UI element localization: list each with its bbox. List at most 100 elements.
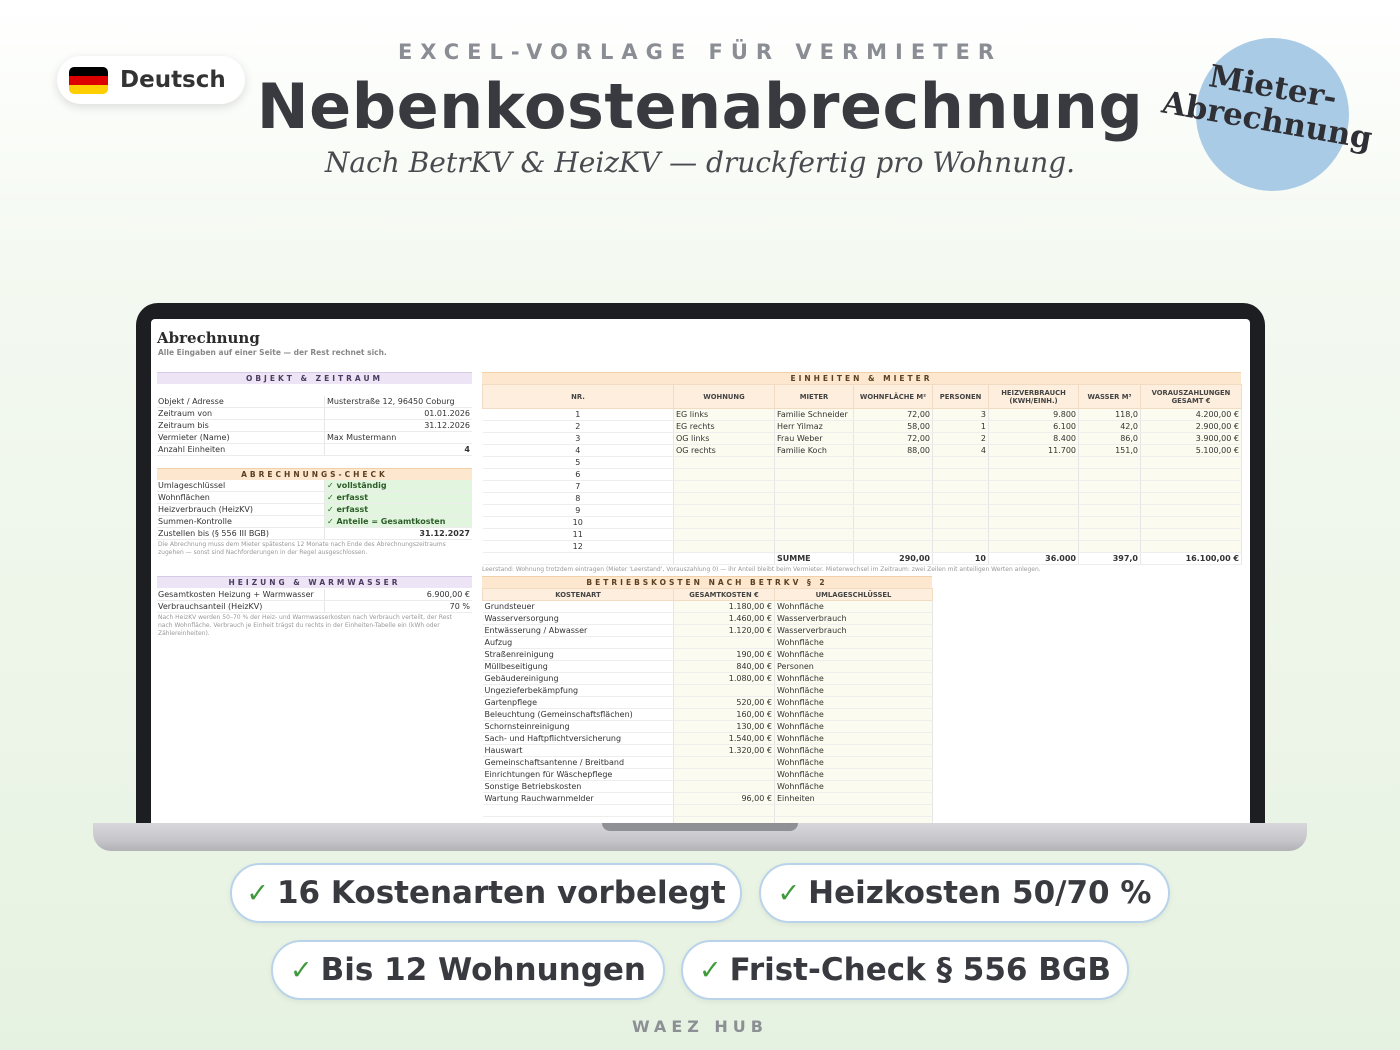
- table-cell[interactable]: Herr Yilmaz: [774, 420, 854, 433]
- table-cell[interactable]: [774, 468, 854, 481]
- table-cell[interactable]: 2: [932, 432, 989, 445]
- table-cell[interactable]: [853, 456, 933, 469]
- table-cell[interactable]: 190,00 €: [673, 648, 775, 661]
- table-cell[interactable]: 4: [482, 444, 674, 457]
- table-cell[interactable]: [673, 468, 775, 481]
- table-cell[interactable]: Wohnfläche: [774, 672, 933, 685]
- table-cell[interactable]: OG links: [673, 432, 775, 445]
- table-cell[interactable]: [988, 504, 1079, 517]
- kv-value[interactable]: Musterstraße 12, 96450 Coburg: [325, 396, 472, 407]
- table-cell[interactable]: [1140, 516, 1242, 529]
- table-cell[interactable]: 72,00: [853, 408, 933, 421]
- table-cell[interactable]: [774, 804, 933, 817]
- table-cell[interactable]: [988, 492, 1079, 505]
- table-cell[interactable]: Familie Schneider: [774, 408, 854, 421]
- table-cell[interactable]: [1140, 480, 1242, 493]
- table-cell[interactable]: [853, 480, 933, 493]
- kv-value[interactable]: Max Mustermann: [325, 432, 472, 443]
- table-cell[interactable]: [1078, 492, 1141, 505]
- table-cell[interactable]: Personen: [774, 660, 933, 673]
- table-cell[interactable]: [673, 528, 775, 541]
- table-cell[interactable]: 11.700: [988, 444, 1079, 457]
- table-cell[interactable]: 96,00 €: [673, 792, 775, 805]
- table-cell[interactable]: 1.120,00 €: [673, 624, 775, 637]
- kv-row[interactable]: Anzahl Einheiten 4: [157, 444, 472, 456]
- kv-row[interactable]: Zeitraum bis 31.12.2026: [157, 420, 472, 432]
- table-cell[interactable]: 5: [482, 456, 674, 469]
- table-cell[interactable]: [1140, 528, 1242, 541]
- table-cell[interactable]: 2.900,00 €: [1140, 420, 1242, 433]
- kv-row[interactable]: Verbrauchsanteil (HeizKV) 70 %: [157, 601, 472, 613]
- table-cell[interactable]: [853, 468, 933, 481]
- table-cell[interactable]: [988, 516, 1079, 529]
- table-cell[interactable]: Familie Koch: [774, 444, 854, 457]
- table-cell[interactable]: [932, 456, 989, 469]
- table-cell[interactable]: [1140, 504, 1242, 517]
- table-cell[interactable]: [673, 480, 775, 493]
- table-cell[interactable]: 6.100: [988, 420, 1079, 433]
- table-cell[interactable]: [673, 540, 775, 553]
- table-cell[interactable]: 1.460,00 €: [673, 612, 775, 625]
- table-cell[interactable]: 118,0: [1078, 408, 1141, 421]
- table-cell[interactable]: 3: [482, 432, 674, 445]
- table-cell[interactable]: [988, 480, 1079, 493]
- table-cell[interactable]: 1: [482, 408, 674, 421]
- table-cell[interactable]: [932, 540, 989, 553]
- table-cell[interactable]: 86,0: [1078, 432, 1141, 445]
- table-cell[interactable]: 4: [932, 444, 989, 457]
- table-cell[interactable]: 1.080,00 €: [673, 672, 775, 685]
- table-cell[interactable]: 88,00: [853, 444, 933, 457]
- table-cell[interactable]: Wohnfläche: [774, 780, 933, 793]
- table-cell[interactable]: 3: [932, 408, 989, 421]
- table-cell[interactable]: [1078, 468, 1141, 481]
- table-cell[interactable]: Frau Weber: [774, 432, 854, 445]
- table-cell[interactable]: 151,0: [1078, 444, 1141, 457]
- table-cell[interactable]: 130,00 €: [673, 720, 775, 733]
- table-cell[interactable]: [774, 504, 854, 517]
- table-cell[interactable]: Wohnfläche: [774, 720, 933, 733]
- table-cell[interactable]: Wohnfläche: [774, 648, 933, 661]
- table-cell[interactable]: [853, 528, 933, 541]
- table-cell[interactable]: 11: [482, 528, 674, 541]
- kv-row[interactable]: Objekt / Adresse Musterstraße 12, 96450 C…: [157, 396, 472, 408]
- table-cell[interactable]: EG rechts: [673, 420, 775, 433]
- kv-value[interactable]: 6.900,00 €: [325, 589, 472, 600]
- table-cell[interactable]: [673, 492, 775, 505]
- table-cell[interactable]: Wasserverbrauch: [774, 624, 933, 637]
- table-cell[interactable]: [774, 516, 854, 529]
- table-cell[interactable]: [932, 468, 989, 481]
- table-cell[interactable]: EG links: [673, 408, 775, 421]
- table-cell[interactable]: [1078, 516, 1141, 529]
- table-cell[interactable]: [932, 492, 989, 505]
- table-cell[interactable]: [1078, 528, 1141, 541]
- table-cell[interactable]: Wohnfläche: [774, 732, 933, 745]
- kv-value[interactable]: 4: [325, 444, 472, 455]
- table-cell[interactable]: [673, 780, 775, 793]
- table-cell[interactable]: 160,00 €: [673, 708, 775, 721]
- table-cell[interactable]: Wohnfläche: [774, 600, 933, 613]
- table-cell[interactable]: [673, 636, 775, 649]
- table-cell[interactable]: 8.400: [988, 432, 1079, 445]
- table-cell[interactable]: 9: [482, 504, 674, 517]
- table-cell[interactable]: [853, 492, 933, 505]
- table-cell[interactable]: [774, 480, 854, 493]
- table-cell[interactable]: [673, 804, 775, 817]
- table-cell[interactable]: [932, 516, 989, 529]
- table-cell[interactable]: [988, 528, 1079, 541]
- table-cell[interactable]: 1: [932, 420, 989, 433]
- table-cell[interactable]: 520,00 €: [673, 696, 775, 709]
- table-cell[interactable]: Wasserverbrauch: [774, 612, 933, 625]
- table-cell[interactable]: [988, 456, 1079, 469]
- table-cell[interactable]: [774, 540, 854, 553]
- table-cell[interactable]: [1140, 456, 1242, 469]
- table-cell[interactable]: [1078, 540, 1141, 553]
- table-cell[interactable]: Wohnfläche: [774, 636, 933, 649]
- table-cell[interactable]: [1078, 504, 1141, 517]
- table-cell[interactable]: 72,00: [853, 432, 933, 445]
- table-cell[interactable]: Wohnfläche: [774, 684, 933, 697]
- table-cell[interactable]: Einheiten: [774, 792, 933, 805]
- table-cell[interactable]: [673, 768, 775, 781]
- table-cell[interactable]: 7: [482, 480, 674, 493]
- table-cell[interactable]: [988, 540, 1079, 553]
- table-cell[interactable]: 3.900,00 €: [1140, 432, 1242, 445]
